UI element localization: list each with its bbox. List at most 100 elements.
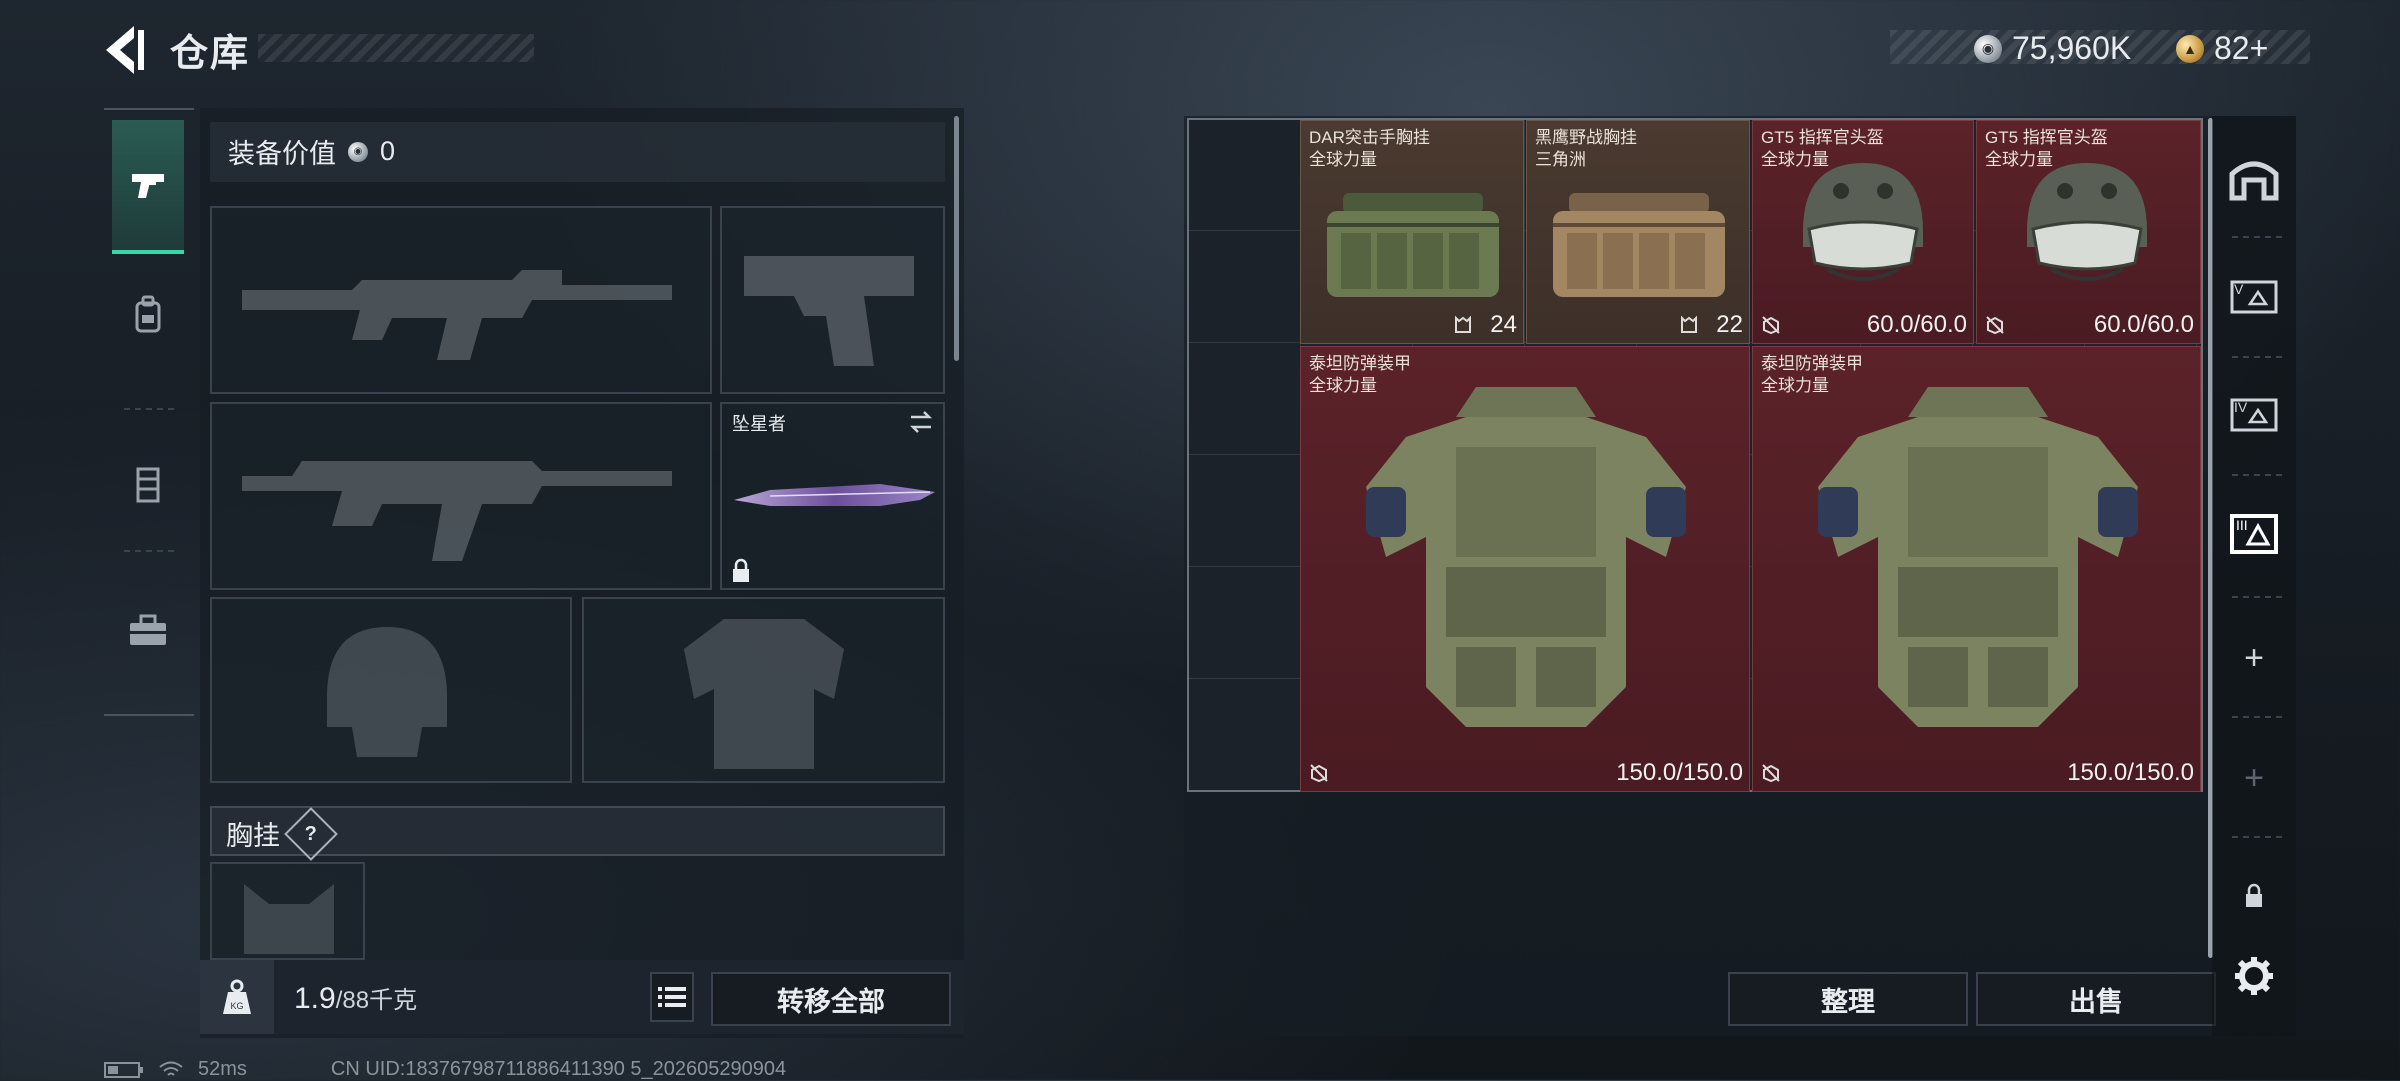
stash-v-icon: V (2230, 280, 2278, 314)
weight-icon: KG (223, 979, 251, 1014)
stash-item-helmet[interactable]: GT5 指挥官头盔 全球力量 60.0/60.0 (1976, 120, 2201, 344)
stash-item-armor[interactable]: 泰坦防弹装甲 全球力量 150.0/150.0 (1752, 346, 2201, 792)
ping-value: 52ms (198, 1058, 247, 1080)
plus-icon: + (2244, 758, 2264, 797)
stash-tab-v[interactable]: V (2222, 264, 2286, 328)
chest-rig-image-icon (1553, 193, 1725, 297)
gear-icon (2235, 957, 2273, 995)
back-button[interactable] (100, 22, 150, 78)
swap-icon[interactable] (907, 408, 935, 436)
stash-item-chest-rig[interactable]: DAR突击手胸挂 全球力量 24 (1300, 120, 1524, 344)
transfer-all-button[interactable]: 转移全部 (711, 972, 951, 1026)
capacity-icon (1681, 315, 1697, 333)
helmet-silhouette-icon (327, 627, 447, 757)
svg-text:KG: KG (230, 1001, 243, 1011)
sort-button[interactable]: 整理 (1728, 972, 1968, 1026)
gold-coin-icon: ▲ (2176, 34, 2204, 63)
item-name: DAR突击手胸挂 (1309, 128, 1430, 147)
helmet-image-icon (2027, 163, 2147, 281)
secondary-weapon-slot[interactable] (210, 402, 712, 590)
chest-rig-slot[interactable] (210, 862, 365, 960)
lock-icon (733, 558, 749, 582)
status-bar: 52ms CN UID:18376798711886411390 5_20260… (104, 1058, 786, 1081)
weight-lock-button[interactable]: KG (200, 960, 274, 1034)
item-durability: 150.0/150.0 (2067, 759, 2194, 786)
rifle-silhouette-icon (242, 270, 672, 360)
weight-current: 1.9 (294, 982, 336, 1015)
tab-backpack[interactable] (112, 250, 184, 380)
knife-icon (734, 484, 935, 506)
stash-item-helmet[interactable]: GT5 指挥官头盔 全球力量 60.0/60.0 (1752, 120, 1974, 344)
item-capacity: 24 (1490, 311, 1517, 338)
helmet-image-icon (1803, 163, 1923, 281)
toolbox-icon (130, 614, 166, 645)
chest-rig-silhouette-icon (244, 884, 334, 954)
item-durability: 60.0/60.0 (1866, 311, 1967, 338)
tab-vest[interactable] (112, 420, 184, 550)
stash-item-chest-rig[interactable]: 黑鹰野战胸挂 三角洲 22 (1526, 120, 1750, 344)
item-name: GT5 指挥官头盔 (1761, 128, 1884, 147)
equipment-value: 0 (380, 136, 396, 166)
plus-icon: + (2244, 638, 2264, 677)
armor-slot[interactable] (582, 597, 945, 783)
list-view-button[interactable] (650, 972, 694, 1022)
gold-currency-value[interactable]: 82+ (2214, 30, 2268, 67)
equipment-scrollbar[interactable] (954, 116, 959, 361)
page-title: 仓库 (170, 33, 251, 75)
weight-max: /88千克 (335, 987, 418, 1014)
silver-coin-icon: ◉ (1974, 34, 2002, 63)
stash-iii-icon: III (2230, 514, 2278, 554)
lock-icon (2246, 883, 2262, 907)
add-stash-tab-button-disabled[interactable]: + (2222, 746, 2286, 810)
sell-button[interactable]: 出售 (1976, 972, 2216, 1026)
no-repair-icon (1310, 764, 1328, 783)
equipment-value-label: 装备价值 (228, 139, 336, 169)
armor-image-icon (1366, 387, 1686, 727)
svg-text:IV: IV (2234, 399, 2248, 415)
item-brand: 全球力量 (1309, 150, 1377, 169)
item-name: GT5 指挥官头盔 (1985, 128, 2108, 147)
item-brand: 三角洲 (1535, 150, 1586, 169)
title-decoration (258, 34, 534, 62)
rifle-silhouette-icon (242, 461, 672, 561)
stash-iv-icon: IV (2230, 398, 2278, 432)
settings-button[interactable] (2222, 944, 2286, 1008)
no-repair-icon (1762, 764, 1780, 783)
back-arrow-icon (106, 26, 144, 74)
stash-tab-iv[interactable]: IV (2222, 382, 2286, 446)
tab-weapons[interactable] (112, 120, 184, 254)
battery-icon (104, 1061, 143, 1078)
stash-tab-main[interactable] (2222, 146, 2286, 210)
chest-rig-image-icon (1327, 193, 1499, 297)
no-repair-icon (1986, 316, 2004, 335)
user-uid: CN UID:18376798711886411390 5_2026052909… (330, 1058, 787, 1080)
list-icon (658, 987, 686, 1007)
chest-rig-label: 胸挂 (226, 821, 280, 851)
helmet-slot[interactable] (210, 597, 572, 783)
svg-text:III: III (2236, 517, 2248, 533)
item-name: 黑鹰野战胸挂 (1535, 128, 1637, 147)
add-stash-tab-button[interactable]: + (2222, 626, 2286, 690)
stash-item-armor[interactable]: 泰坦防弹装甲 全球力量 150.0/150.0 (1300, 346, 1750, 792)
item-capacity: 22 (1716, 311, 1743, 338)
capacity-icon (1455, 315, 1471, 333)
category-tabs (104, 108, 194, 716)
pistol-icon (132, 174, 164, 198)
help-icon[interactable]: ? (284, 806, 338, 861)
stash-tab-iii[interactable]: III (2222, 502, 2286, 566)
silver-currency-value: 75,960K (2012, 30, 2132, 66)
pistol-silhouette-icon (744, 256, 914, 366)
pistol-slot[interactable] (720, 206, 945, 394)
vest-icon (136, 467, 160, 503)
primary-weapon-slot[interactable] (210, 206, 712, 394)
silver-coin-icon: ◉ (348, 141, 368, 162)
wifi-icon (159, 1061, 183, 1076)
armor-silhouette-icon (684, 619, 844, 769)
svg-text:V: V (2234, 281, 2244, 297)
melee-name: 坠星者 (732, 414, 786, 434)
item-durability: 60.0/60.0 (2093, 311, 2194, 338)
locked-stash-tab[interactable] (2222, 864, 2286, 928)
backpack-icon (135, 295, 161, 333)
tab-toolbox[interactable] (112, 565, 184, 695)
melee-slot[interactable]: 坠星者 (720, 402, 945, 590)
